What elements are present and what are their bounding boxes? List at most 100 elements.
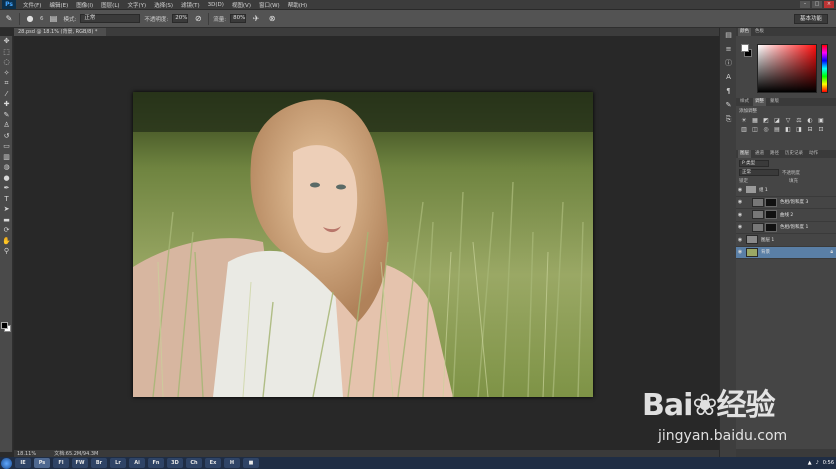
visibility-eye-icon[interactable]: ◉ bbox=[736, 237, 744, 243]
maximize-button[interactable]: □ bbox=[812, 1, 822, 8]
shape-tool-icon[interactable]: ▬ bbox=[0, 215, 13, 226]
menu-window[interactable]: 窗口(W) bbox=[255, 1, 284, 9]
visibility-eye-icon[interactable]: ◉ bbox=[736, 249, 744, 255]
tab-swatches[interactable]: 色板 bbox=[753, 28, 766, 36]
history-brush-tool-icon[interactable]: ↺ bbox=[0, 131, 13, 142]
brush-tool-icon[interactable]: ✎ bbox=[0, 110, 13, 121]
tab-history[interactable]: 历史记录 bbox=[783, 150, 805, 158]
color-balance-icon[interactable]: ◐ bbox=[805, 116, 815, 124]
invert-icon[interactable]: ▤ bbox=[772, 125, 782, 133]
quick-select-tool-icon[interactable]: ✧ bbox=[0, 68, 13, 79]
menu-3d[interactable]: 3D(D) bbox=[204, 2, 228, 8]
taskbar-app-explorer[interactable]: Ex bbox=[205, 458, 221, 468]
layer-row-group[interactable]: ◉ 组 1 bbox=[736, 184, 836, 197]
tab-styles[interactable]: 样式 bbox=[738, 98, 751, 106]
tab-channels[interactable]: 通道 bbox=[753, 150, 766, 158]
tab-color[interactable]: 颜色 bbox=[738, 28, 751, 36]
pen-tool-icon[interactable]: ✒ bbox=[0, 183, 13, 194]
eyedropper-tool-icon[interactable]: ⁄ bbox=[0, 89, 13, 100]
hand-tool-icon[interactable]: ✋ bbox=[0, 236, 13, 247]
taskbar-app-terminal[interactable]: ■ bbox=[243, 458, 259, 468]
blend-mode-select[interactable]: 正常 bbox=[739, 169, 779, 176]
minimize-button[interactable]: – bbox=[800, 1, 810, 8]
start-button[interactable] bbox=[1, 457, 12, 469]
taskbar-app-illustrator[interactable]: Ai bbox=[129, 458, 145, 468]
menu-select[interactable]: 选择(S) bbox=[150, 1, 177, 9]
visibility-eye-icon[interactable]: ◉ bbox=[736, 212, 744, 218]
clock[interactable]: 0:56 bbox=[823, 460, 834, 466]
crop-tool-icon[interactable]: ⌗ bbox=[0, 78, 13, 89]
character-icon[interactable]: A bbox=[720, 70, 737, 84]
document-tab[interactable]: 28.psd @ 18.1% (背景, RGB/8) * bbox=[14, 28, 106, 36]
tab-masks[interactable]: 蒙版 bbox=[768, 98, 781, 106]
layer-filter-select[interactable]: P 类型 bbox=[739, 160, 769, 167]
close-button[interactable]: × bbox=[824, 1, 834, 8]
menu-file[interactable]: 文件(F) bbox=[19, 1, 45, 9]
layer-row-background[interactable]: ◉ 背景 🔒︎ bbox=[736, 246, 836, 259]
levels-icon[interactable]: ▦ bbox=[750, 116, 760, 124]
menu-edit[interactable]: 编辑(E) bbox=[45, 1, 72, 9]
layer-row-adjustment[interactable]: ◉ 色相/饱和度 3 bbox=[736, 197, 836, 209]
layer-mask-thumbnail[interactable] bbox=[765, 197, 777, 207]
taskbar-app-bridge[interactable]: Br bbox=[91, 458, 107, 468]
brush-panel-icon[interactable]: ▤ bbox=[48, 13, 60, 25]
hue-slider[interactable] bbox=[821, 44, 828, 93]
history-icon[interactable]: ▤ bbox=[720, 28, 737, 42]
hue-saturation-icon[interactable]: ⚖ bbox=[794, 116, 804, 124]
path-select-tool-icon[interactable]: ➤ bbox=[0, 204, 13, 215]
visibility-eye-icon[interactable]: ◉ bbox=[736, 224, 744, 230]
brush-tool-icon[interactable]: ✎ bbox=[3, 13, 15, 25]
taskbar-app-chrome[interactable]: Ch bbox=[186, 458, 202, 468]
selective-color-icon[interactable]: ⊡ bbox=[816, 125, 826, 133]
brush-preset-icon[interactable]: ● bbox=[24, 13, 36, 25]
visibility-eye-icon[interactable]: ◉ bbox=[736, 187, 744, 193]
flow-field[interactable]: 80% bbox=[230, 14, 247, 23]
threshold-icon[interactable]: ◨ bbox=[794, 125, 804, 133]
curves-icon[interactable]: ◩ bbox=[761, 116, 771, 124]
taskbar-app-photoshop[interactable]: Ps bbox=[34, 458, 50, 468]
move-tool-icon[interactable]: ✥ bbox=[0, 36, 13, 47]
channel-mixer-icon[interactable]: ◫ bbox=[750, 125, 760, 133]
eraser-tool-icon[interactable]: ▭ bbox=[0, 141, 13, 152]
layer-mask-thumbnail[interactable] bbox=[765, 210, 777, 220]
visibility-eye-icon[interactable]: ◉ bbox=[736, 199, 744, 205]
menu-layer[interactable]: 图层(L) bbox=[97, 1, 123, 9]
healing-brush-tool-icon[interactable]: ✚ bbox=[0, 99, 13, 110]
blur-tool-icon[interactable]: ◍ bbox=[0, 162, 13, 173]
clone-source-icon[interactable]: ⎘ bbox=[720, 112, 737, 126]
taskbar-app-h[interactable]: H bbox=[224, 458, 240, 468]
layer-row-adjustment[interactable]: ◉ 曲线 2 bbox=[736, 209, 836, 222]
opacity-field[interactable]: 20% bbox=[172, 14, 189, 23]
network-icon[interactable]: ▲ bbox=[808, 460, 812, 466]
pressure-opacity-icon[interactable]: ⊘ bbox=[192, 13, 204, 25]
3d-rotate-tool-icon[interactable]: ⟳ bbox=[0, 225, 13, 236]
mode-select[interactable]: 正常 bbox=[80, 14, 141, 23]
canvas-area[interactable] bbox=[14, 36, 719, 450]
type-tool-icon[interactable]: T bbox=[0, 194, 13, 205]
taskbar-app-font[interactable]: Fn bbox=[148, 458, 164, 468]
paragraph-icon[interactable]: ¶ bbox=[720, 84, 737, 98]
exposure-icon[interactable]: ◪ bbox=[772, 116, 782, 124]
lasso-tool-icon[interactable]: ◌ bbox=[0, 57, 13, 68]
gradient-map-icon[interactable]: ⊟ bbox=[805, 125, 815, 133]
info-icon[interactable]: ⓘ bbox=[720, 56, 737, 70]
photo-canvas[interactable] bbox=[133, 92, 593, 397]
foreground-color-swatch[interactable] bbox=[1, 322, 8, 329]
black-white-icon[interactable]: ▣ bbox=[816, 116, 826, 124]
pressure-size-icon[interactable]: ⊗ bbox=[266, 13, 278, 25]
dodge-tool-icon[interactable]: ● bbox=[0, 173, 13, 184]
marquee-tool-icon[interactable]: ⬚ bbox=[0, 47, 13, 58]
brightness-contrast-icon[interactable]: ☀ bbox=[739, 116, 749, 124]
properties-icon[interactable]: ≡ bbox=[720, 42, 737, 56]
menu-view[interactable]: 视图(V) bbox=[228, 1, 255, 9]
zoom-tool-icon[interactable]: ⚲ bbox=[0, 246, 13, 257]
menu-help[interactable]: 帮助(H) bbox=[284, 1, 311, 9]
color-picker-field[interactable] bbox=[757, 44, 817, 93]
tab-adjustments[interactable]: 调整 bbox=[753, 98, 766, 106]
airbrush-icon[interactable]: ✈ bbox=[250, 13, 262, 25]
color-lookup-icon[interactable]: ◎ bbox=[761, 125, 771, 133]
tab-paths[interactable]: 路径 bbox=[768, 150, 781, 158]
layer-row-adjustment[interactable]: ◉ 色相/饱和度 1 bbox=[736, 222, 836, 234]
menu-filter[interactable]: 滤镜(T) bbox=[177, 1, 204, 9]
vibrance-icon[interactable]: ▽ bbox=[783, 116, 793, 124]
